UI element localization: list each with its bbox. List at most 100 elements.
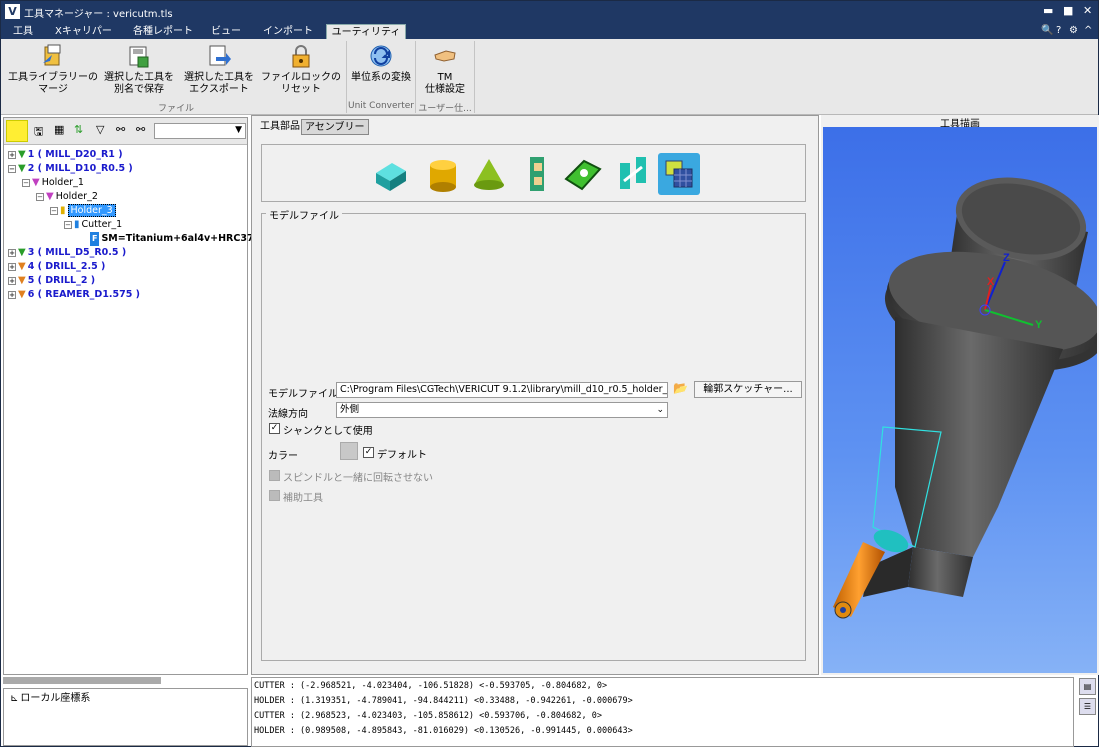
cylinder-icon[interactable] [422,153,464,195]
expander-icon[interactable]: + [8,248,16,257]
cube-icon[interactable] [370,153,412,195]
cutter-icon: ▮ [74,219,80,230]
unit-convert-button[interactable]: 単位系の変換 [349,43,413,84]
tab-assembly[interactable]: アセンブリー [301,119,369,135]
sketcher-button[interactable]: 輪郭スケッチャー... [694,381,802,398]
extrude-icon[interactable] [612,153,654,195]
tree-row-label-selected: Holder_3 [67,204,116,217]
binoculars-next-icon[interactable]: ⚯ [136,123,145,136]
collapse-icon[interactable]: ^ [1084,25,1092,36]
minimize-button[interactable]: ▬ [1043,4,1053,17]
gear-icon[interactable]: ⚙ [1069,25,1078,36]
holder-part-icon: ▮ [60,205,66,216]
expander-icon[interactable]: + [8,262,16,271]
expander-icon[interactable]: − [36,192,44,201]
color-swatch[interactable] [340,442,358,460]
expander-icon[interactable]: − [64,220,72,229]
save-as-button[interactable]: 選択した工具を 別名で保存 [101,43,177,96]
search-icon[interactable]: 🔍 [1041,25,1053,36]
tree-row-tool-1[interactable]: + ▼ 1 ( MILL_D20_R1 ) [8,148,123,162]
tree-row-tool-2[interactable]: − ▼ 2 ( MILL_D10_R0.5 ) [8,162,133,176]
default-color-checkbox[interactable]: ✓ [363,447,374,458]
merge-library-label-2: マージ [38,84,68,95]
export-icon [209,45,231,66]
menu-tab-utility[interactable]: ユーティリティ [326,24,406,39]
menu-bar: 工具 Xキャリパー 各種レポート ビュー インポート ユーティリティ 🔍 ? ⚙… [1,23,1098,39]
tree-row-tool-3[interactable]: + ▼ 3 ( MILL_D5_R0.5 ) [8,246,126,260]
tree-row-cutter-1[interactable]: − ▮ Cutter_1 [64,218,122,232]
tree-horizontal-scrollbar[interactable] [3,677,161,684]
tree-row-tool-6[interactable]: + ▼ 6 ( REAMER_D1.575 ) [8,288,140,302]
output-log[interactable]: CUTTER : (-2.968521, -4.023404, -106.518… [251,677,1074,747]
tree-row-holder-2[interactable]: − ▼ Holder_2 [36,190,98,204]
expander-icon[interactable]: − [8,164,16,173]
menu-tab-reports[interactable]: 各種レポート [129,24,197,39]
tree-row-label: 6 ( REAMER_D1.575 ) [27,289,141,300]
expander-icon[interactable]: − [50,206,58,215]
endmill-icon: ▼ [18,163,26,174]
tree-row-label: 3 ( MILL_D5_R0.5 ) [27,247,127,258]
ribbon: 工具ライブラリーの マージ 選択した工具を 別名で保存 選択した工具を エクスポ… [1,39,1098,115]
merge-library-label-1: 工具ライブラリーの [8,72,98,83]
close-button[interactable]: ✕ [1083,4,1092,17]
tree-row-tool-4[interactable]: + ▼ 4 ( DRILL_2.5 ) [8,260,105,274]
menu-tab-xcaliper[interactable]: Xキャリパー [51,24,116,39]
search-combo[interactable]: ▼ [154,123,246,139]
no-spindle-rotate-label: スピンドルと一緒に回転させない [283,473,433,484]
folder-open-icon[interactable]: 📂 [673,381,688,395]
table-icon[interactable]: ▦ [54,123,64,136]
convert-arrows-icon [370,45,392,67]
component-panel: 工具部品 アセンブリー モデルファイル モデルファイル C:\Program F… [251,115,819,675]
tree-row-holder-3[interactable]: − ▮ Holder_3 [50,204,116,218]
local-coordinate-item[interactable]: ⊾ ローカル座標系 [10,692,90,706]
local-coordinate-label: ローカル座標系 [20,693,91,704]
save-icon[interactable]: 🖫 [34,123,43,142]
tool-3d-render: Z X Y [833,177,1099,619]
model-file-field[interactable]: C:\Program Files\CGTech\VERICUT 9.1.2\li… [336,382,668,398]
aux-tool-checkbox[interactable] [269,490,280,501]
tree-row-tool-5[interactable]: + ▼ 5 ( DRILL_2 ) [8,274,95,288]
normal-direction-select[interactable]: 外側 ⌄ [336,402,668,418]
menu-tab-tools[interactable]: 工具 [9,24,37,39]
tool-wand-icon[interactable] [6,120,28,142]
reset-lock-button[interactable]: ファイルロックの リセット [259,43,343,96]
export-label-2: エクスポート [189,84,249,95]
tree-row-material[interactable]: F SM=Titanium+6al4v+HRC37, M= [90,232,278,246]
tree-row-label: 1 ( MILL_D20_R1 ) [27,149,123,160]
binoculars-icon[interactable]: ⚯ [116,123,125,136]
tm-settings-button[interactable]: TM 仕様設定 [419,43,471,96]
reamer-icon: ▼ [18,289,26,300]
units-icon[interactable]: ▤ [1079,678,1096,695]
revolve-profile-icon[interactable] [516,153,558,195]
expander-icon[interactable]: + [8,290,16,299]
shank-checkbox[interactable]: ✓ [269,423,280,434]
window-title: 工具マネージャー : vericutm.tls [24,9,173,20]
list-icon[interactable]: ☰ [1079,698,1096,715]
expander-icon[interactable]: − [22,178,30,187]
expander-icon[interactable]: + [8,276,16,285]
export-button[interactable]: 選択した工具を エクスポート [181,43,257,96]
expander-icon[interactable]: + [8,150,16,159]
material-icon: F [90,232,100,246]
ribbon-group-file: ファイル [157,104,194,114]
model-file-group: モデルファイル モデルファイル C:\Program Files\CGTech\… [261,207,806,661]
merge-library-button[interactable]: 工具ライブラリーの マージ [7,43,99,96]
sweep-icon[interactable] [562,153,604,195]
save-as-label-2: 別名で保存 [114,84,164,95]
menu-tab-view[interactable]: ビュー [207,24,245,39]
chevron-down-icon[interactable]: ▽ [96,123,104,136]
lock-icon [292,45,310,68]
menu-tab-import[interactable]: インポート [259,24,317,39]
stl-model-icon[interactable] [658,153,700,195]
maximize-button[interactable]: ■ [1063,4,1073,17]
help-icon[interactable]: ? [1056,25,1061,36]
tool-3d-viewport[interactable]: Z X Y [823,127,1099,673]
chevron-down-icon: ▼ [235,125,242,135]
tab-tool-component[interactable]: 工具部品 [257,119,303,135]
no-spindle-rotate-checkbox[interactable] [269,470,280,481]
sort-icon[interactable]: ⇅ [74,123,83,136]
cone-icon[interactable] [468,153,510,195]
normal-direction-value: 外側 [340,404,360,415]
shank-label: シャンクとして使用 [283,426,373,437]
tree-row-holder-1[interactable]: − ▼ Holder_1 [22,176,84,190]
